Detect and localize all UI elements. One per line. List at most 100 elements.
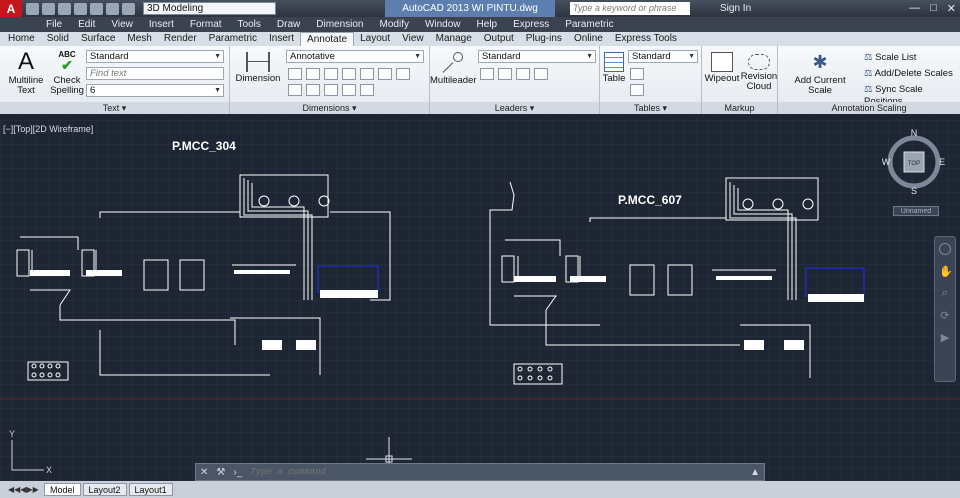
text-height-select[interactable]: 6 ▼ <box>86 84 224 97</box>
menu-window[interactable]: Window <box>417 17 469 32</box>
dim-tool-icon[interactable] <box>378 68 392 80</box>
save-icon[interactable] <box>58 2 71 15</box>
dimension-button[interactable]: Dimension <box>234 50 282 84</box>
drawing-canvas[interactable]: P.MCC_304 P.MCC_607 Y X [−][Top][2D Wire… <box>0 119 960 481</box>
scale-list-button[interactable]: ⚖ Scale List <box>864 52 916 64</box>
leader-style-select[interactable]: Standard ▼ <box>478 50 596 63</box>
wrench-icon[interactable]: ⚒ <box>216 467 225 478</box>
maximize-button[interactable]: □ <box>930 2 937 15</box>
menu-dimension[interactable]: Dimension <box>308 17 371 32</box>
command-input[interactable] <box>246 465 747 479</box>
menu-help[interactable]: Help <box>469 17 506 32</box>
multiline-text-button[interactable]: A Multiline Text <box>6 50 46 96</box>
close-icon[interactable]: ✕ <box>200 467 208 478</box>
tab-layout[interactable]: Layout <box>354 32 396 46</box>
tab-manage[interactable]: Manage <box>430 32 478 46</box>
compass-west[interactable]: W <box>882 157 891 167</box>
revision-cloud-button[interactable]: Revision Cloud <box>740 50 778 92</box>
dim-tool-icon[interactable] <box>288 84 302 96</box>
ucs-menu[interactable]: Unnamed <box>893 206 939 216</box>
showmotion-icon[interactable]: ▶ <box>939 331 951 344</box>
add-delete-scales-button[interactable]: ⚖ Add/Delete Scales <box>864 68 953 80</box>
menu-modify[interactable]: Modify <box>372 17 417 32</box>
menu-edit[interactable]: Edit <box>70 17 103 32</box>
leader-tool-icon[interactable] <box>498 68 512 80</box>
menu-tools[interactable]: Tools <box>230 17 269 32</box>
panel-title-dimensions[interactable]: Dimensions ▾ <box>230 102 429 114</box>
tab-solid[interactable]: Solid <box>41 32 75 46</box>
multileader-button[interactable]: Multileader <box>430 50 476 86</box>
menu-view[interactable]: View <box>103 17 141 32</box>
steering-wheel-icon[interactable] <box>939 243 951 255</box>
dim-tool-icon[interactable] <box>288 68 302 80</box>
new-icon[interactable] <box>26 2 39 15</box>
tab-online[interactable]: Online <box>568 32 609 46</box>
menu-file[interactable]: File <box>38 17 70 32</box>
orbit-icon[interactable]: ⟳ <box>939 309 951 322</box>
tab-surface[interactable]: Surface <box>75 32 121 46</box>
open-icon[interactable] <box>42 2 55 15</box>
dim-tool-icon[interactable] <box>324 68 338 80</box>
tab-express-tools[interactable]: Express Tools <box>609 32 683 46</box>
dim-tool-icon[interactable] <box>396 68 410 80</box>
minimize-button[interactable]: — <box>909 2 920 15</box>
panel-title-text[interactable]: Text ▾ <box>0 102 229 114</box>
menu-insert[interactable]: Insert <box>141 17 182 32</box>
navigation-bar[interactable]: ✋ ⌕ ⟳ ▶ <box>934 236 956 382</box>
tab-parametric[interactable]: Parametric <box>203 32 263 46</box>
viewport-controls-label[interactable]: [−][Top][2D Wireframe] <box>3 124 93 134</box>
tab-annotate[interactable]: Annotate <box>300 32 355 46</box>
tab-output[interactable]: Output <box>478 32 520 46</box>
undo-icon[interactable] <box>106 2 119 15</box>
dim-tool-icon[interactable] <box>306 84 320 96</box>
compass-north[interactable]: N <box>911 128 918 138</box>
close-button[interactable]: ✕ <box>947 2 956 15</box>
sign-in-button[interactable]: Sign In <box>720 0 751 17</box>
dim-tool-icon[interactable] <box>360 84 374 96</box>
leader-tool-icon[interactable] <box>534 68 548 80</box>
tab-layout1[interactable]: Layout1 <box>128 483 173 496</box>
menu-format[interactable]: Format <box>182 17 230 32</box>
tab-mesh[interactable]: Mesh <box>121 32 157 46</box>
workspace-select[interactable]: 3D Modeling <box>143 2 276 15</box>
table-style-select[interactable]: Standard ▼ <box>628 50 698 63</box>
tab-layout2[interactable]: Layout2 <box>82 483 127 496</box>
table-tool-icon[interactable] <box>630 84 644 96</box>
viewcube[interactable]: TOP N S E W <box>882 128 946 198</box>
print-icon[interactable] <box>90 2 103 15</box>
dim-style-select[interactable]: Annotative ▼ <box>286 50 424 63</box>
find-text-input[interactable]: Find text <box>86 67 224 80</box>
table-tool-icon[interactable] <box>630 68 644 80</box>
panel-title-leaders[interactable]: Leaders ▾ <box>430 102 599 114</box>
wipeout-button[interactable]: Wipeout <box>704 50 740 84</box>
tab-plugins[interactable]: Plug-ins <box>520 32 568 46</box>
tab-home[interactable]: Home <box>2 32 41 46</box>
add-current-scale-button[interactable]: ✱ Add Current Scale <box>782 50 858 96</box>
menu-draw[interactable]: Draw <box>269 17 308 32</box>
menu-parametric[interactable]: Parametric <box>557 17 621 32</box>
redo-icon[interactable] <box>122 2 135 15</box>
text-style-select[interactable]: Standard ▼ <box>86 50 224 63</box>
tab-view[interactable]: View <box>396 32 430 46</box>
leader-tool-icon[interactable] <box>516 68 530 80</box>
check-spelling-button[interactable]: ABC ✔ Check Spelling <box>48 50 86 96</box>
dim-tool-icon[interactable] <box>342 68 356 80</box>
menu-express[interactable]: Express <box>505 17 557 32</box>
layout-nav-arrows-icon[interactable]: ◀◀◀▶▶ <box>8 485 44 494</box>
search-input[interactable]: Type a keyword or phrase <box>570 2 690 15</box>
dim-tool-icon[interactable] <box>306 68 320 80</box>
tab-model[interactable]: Model <box>44 483 81 496</box>
autocad-logo-icon[interactable]: A <box>0 0 22 17</box>
pan-icon[interactable]: ✋ <box>939 265 953 278</box>
tab-insert[interactable]: Insert <box>263 32 300 46</box>
dim-tool-icon[interactable] <box>360 68 374 80</box>
table-button[interactable]: Table <box>600 50 628 84</box>
dim-tool-icon[interactable] <box>324 84 338 96</box>
chevron-up-icon[interactable]: ▲ <box>750 467 760 478</box>
compass-south[interactable]: S <box>911 186 917 196</box>
save-as-icon[interactable] <box>74 2 87 15</box>
dim-tool-icon[interactable] <box>342 84 356 96</box>
leader-tool-icon[interactable] <box>480 68 494 80</box>
compass-east[interactable]: E <box>939 157 945 167</box>
tab-render[interactable]: Render <box>158 32 203 46</box>
